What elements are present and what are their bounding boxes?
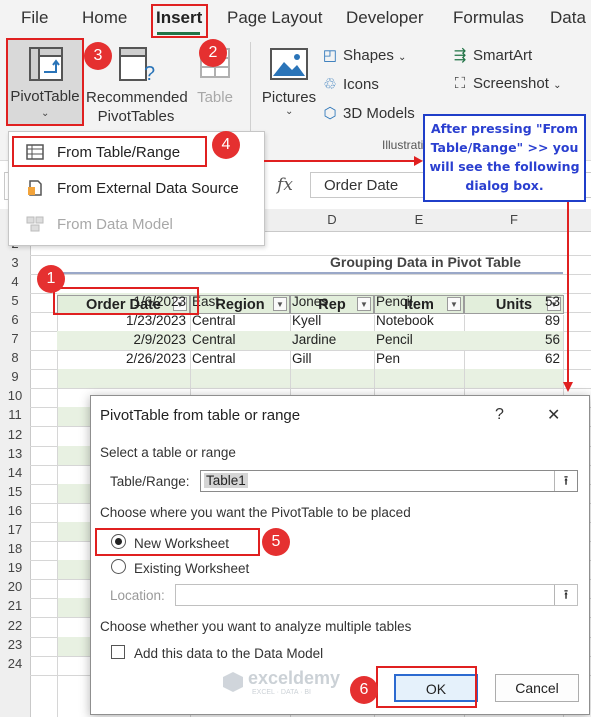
data-model-checkbox[interactable] (111, 645, 125, 659)
highlight-order-date (53, 287, 199, 315)
select-table-label: Select a table or range (100, 445, 236, 460)
close-icon[interactable]: ✕ (547, 405, 560, 425)
multiple-tables-label: Choose whether you want to analyze multi… (100, 619, 412, 634)
highlight-insert-tab (151, 4, 208, 38)
existing-worksheet-label[interactable]: Existing Worksheet (134, 561, 249, 576)
help-icon[interactable]: ? (495, 406, 504, 424)
watermark-name: exceldemy (248, 668, 341, 688)
highlight-pivottable-button (6, 38, 84, 126)
step-badge-4: 4 (212, 131, 240, 159)
step-badge-5: 5 (262, 528, 290, 556)
location-label: Location: (110, 588, 165, 603)
table-range-value: Table1 (204, 473, 248, 488)
exceldemy-logo (223, 672, 243, 692)
step-badge-3: 3 (84, 42, 112, 70)
radio-existing-worksheet[interactable] (111, 559, 126, 574)
highlight-from-table-range (12, 136, 207, 167)
collapse-dialog-icon[interactable]: ⭱ (554, 471, 577, 491)
step-badge-6: 6 (350, 676, 378, 704)
highlight-ok-button (376, 666, 477, 708)
dialog-title: PivotTable from table or range (100, 407, 301, 424)
instruction-callout: After pressing "From Table/Range" >> you… (423, 114, 586, 202)
collapse-dialog-icon[interactable]: ⭱ (554, 585, 577, 605)
data-model-label[interactable]: Add this data to the Data Model (134, 646, 323, 661)
placement-label: Choose where you want the PivotTable to … (100, 505, 411, 520)
location-input[interactable]: ⭱ (175, 584, 578, 606)
table-range-input[interactable]: Table1 ⭱ (200, 470, 578, 492)
watermark-tagline: EXCEL · DATA · BI (252, 689, 311, 696)
table-range-label: Table/Range: (110, 474, 190, 489)
step-badge-2: 2 (199, 39, 227, 67)
cancel-button[interactable]: Cancel (495, 674, 579, 702)
highlight-new-worksheet (95, 528, 260, 556)
step-badge-1: 1 (37, 265, 65, 293)
